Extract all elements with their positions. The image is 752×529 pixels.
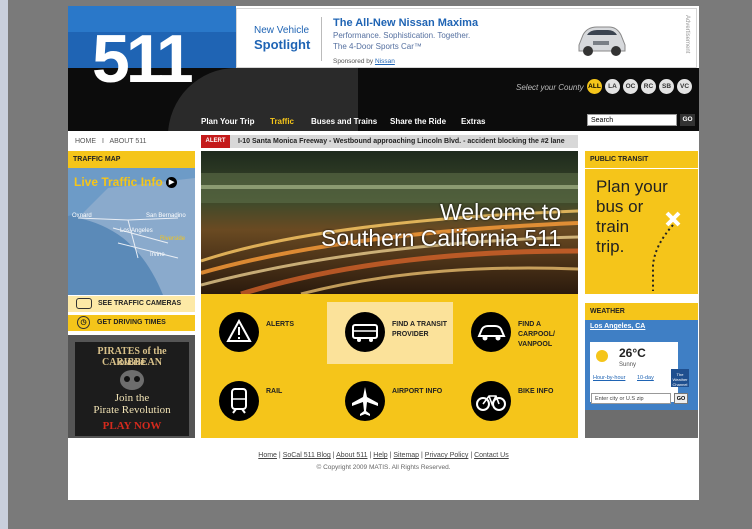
get-driving-times-link[interactable]: ◷ GET DRIVING TIMES <box>68 315 195 331</box>
weather-10day-link[interactable]: 10-day <box>637 375 654 381</box>
weather-location-link[interactable]: Los Angeles, CA <box>590 323 645 330</box>
nav-plan-your-trip[interactable]: Plan Your Trip <box>201 117 255 126</box>
public-transit-header: PUBLIC TRANSIT <box>585 151 698 168</box>
footer-sitemap[interactable]: Sitemap <box>393 452 419 459</box>
search-go-button[interactable]: GO <box>680 114 695 126</box>
weather-hourly-link[interactable]: Hour-by-hour <box>593 375 625 381</box>
alert-tag: ALERT <box>201 135 230 148</box>
search-input[interactable]: Search <box>587 114 677 126</box>
footer-copyright: © Copyright 2009 MATIS. All Rights Reser… <box>316 464 451 471</box>
footer-links: Home | SoCal 511 Blog | About 511 | Help… <box>258 452 509 459</box>
chevron-right-icon: ▶ <box>166 177 178 189</box>
weather-widget: Los Angeles, CA 26°C Sunny Hour-by-hour … <box>585 320 698 438</box>
county-oc-button[interactable]: OC <box>623 79 638 94</box>
live-traffic-info-link[interactable]: Live Traffic Info ▶ <box>74 175 178 189</box>
county-vc-button[interactable]: VC <box>677 79 692 94</box>
hero-title: Welcome to Southern California 511 <box>321 199 561 251</box>
clock-icon: ◷ <box>77 315 90 329</box>
services-grid: ALERTS FIND A TRANSIT PROVIDER FIND A CA… <box>201 294 578 438</box>
train-icon <box>219 381 259 421</box>
weather-header: WEATHER <box>585 303 698 320</box>
breadcrumb-home[interactable]: HOME <box>75 138 96 145</box>
ad-banner[interactable]: New Vehicle Spotlight The All-New Nissan… <box>236 8 697 68</box>
footer-help[interactable]: Help <box>373 452 387 459</box>
county-la-button[interactable]: LA <box>605 79 620 94</box>
carpool-icon <box>471 312 511 352</box>
county-sb-button[interactable]: SB <box>659 79 674 94</box>
pirates-ad[interactable]: PIRATES of the CARIBBEAN ONLINE Join the… <box>75 342 189 436</box>
route-icon <box>652 211 681 291</box>
bus-icon <box>345 312 385 352</box>
traffic-map-header: TRAFFIC MAP <box>68 151 195 168</box>
bike-icon <box>471 381 511 421</box>
see-traffic-cameras-link[interactable]: SEE TRAFFIC CAMERAS <box>68 296 195 312</box>
hero-banner: Welcome to Southern California 511 <box>201 151 578 294</box>
footer-home[interactable]: Home <box>258 452 277 459</box>
site-logo[interactable]: 511 <box>92 20 194 98</box>
weather-channel-badge: The Weather Channel <box>671 369 689 387</box>
ad-headline[interactable]: The All-New Nissan Maxima <box>333 17 478 29</box>
weather-location-input[interactable]: Enter city or U.S zip <box>591 393 671 404</box>
county-rc-button[interactable]: RC <box>641 79 656 94</box>
sun-icon <box>596 350 608 362</box>
footer-blog[interactable]: SoCal 511 Blog <box>283 452 331 459</box>
nav-share-the-ride[interactable]: Share the Ride <box>390 117 446 126</box>
footer-privacy[interactable]: Privacy Policy <box>425 452 469 459</box>
ad-sponsor-link[interactable]: Nissan <box>375 58 395 65</box>
public-transit-promo[interactable]: Plan your bus or train trip. <box>585 169 698 294</box>
county-all-button[interactable]: ALL <box>587 79 602 94</box>
breadcrumb: HOME I ABOUT 511 <box>75 138 147 145</box>
alert-icon <box>219 312 259 352</box>
nav-traffic[interactable]: Traffic <box>270 117 294 126</box>
skull-icon <box>120 370 144 390</box>
car-icon <box>578 26 626 56</box>
window-left-edge <box>0 0 8 529</box>
breadcrumb-about[interactable]: ABOUT 511 <box>109 138 146 145</box>
alert-text[interactable]: I-10 Santa Monica Freeway - Westbound ap… <box>238 138 565 145</box>
footer-about[interactable]: About 511 <box>336 452 367 459</box>
play-now-button[interactable]: PLAY NOW <box>75 420 189 432</box>
airplane-icon <box>345 381 385 421</box>
weather-temp: 26°C <box>619 346 646 360</box>
county-label: Select your County <box>516 83 584 92</box>
weather-go-button[interactable]: GO <box>674 393 688 404</box>
nav-extras[interactable]: Extras <box>461 117 485 126</box>
camera-icon <box>76 297 92 309</box>
footer-contact[interactable]: Contact Us <box>474 452 509 459</box>
traffic-map[interactable]: Live Traffic Info ▶ Oxnard San Bernadino… <box>68 168 195 295</box>
site-header: 511 New Vehicle Spotlight The All-New Ni… <box>68 6 699 131</box>
nav-buses-and-trains[interactable]: Buses and Trains <box>311 117 377 126</box>
